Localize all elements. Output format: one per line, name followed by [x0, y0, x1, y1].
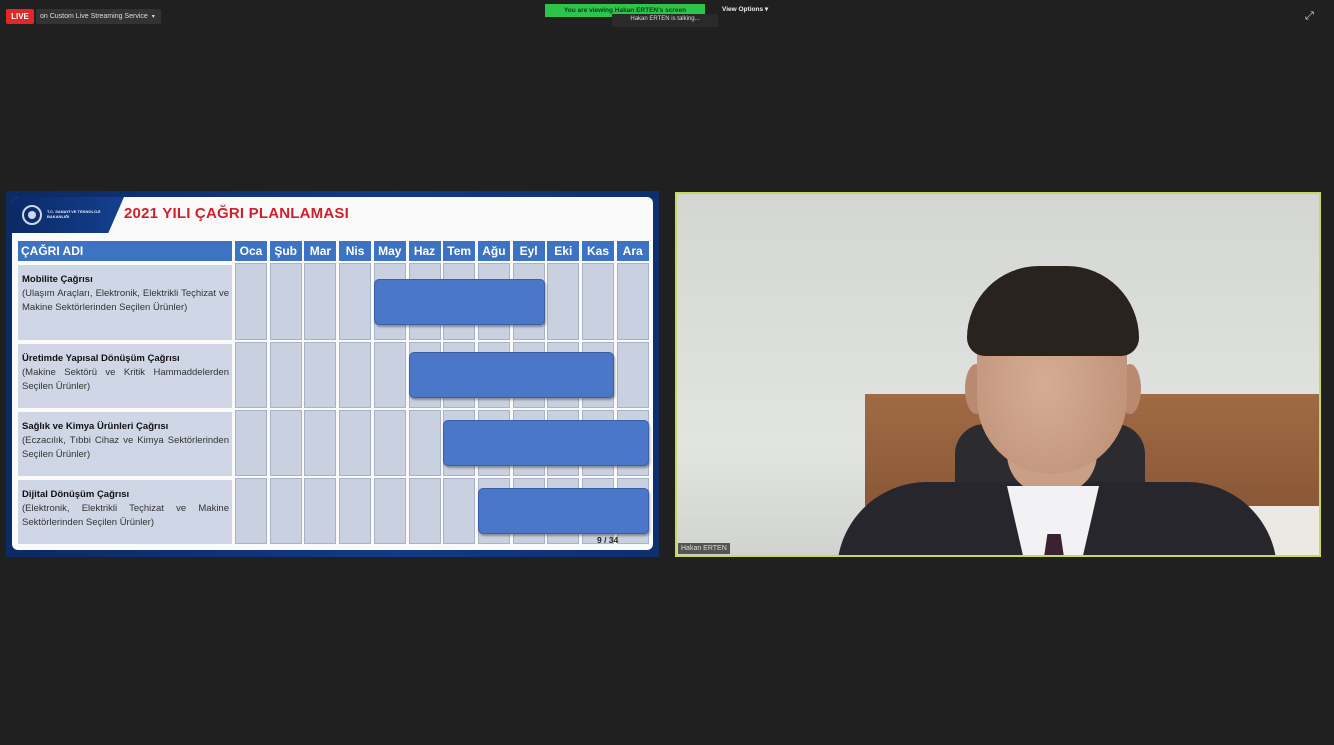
call-description: (Ulaşım Araçları, Elektronik, Elektrikli…: [22, 288, 229, 313]
slide-page-number: 9 / 34: [597, 535, 619, 545]
shared-screen: T.C. SANAYİ VE TEKNOLOJİ BAKANLIĞI 2021 …: [6, 191, 659, 557]
gantt-cell: [339, 342, 372, 408]
live-badge[interactable]: LIVE: [6, 9, 34, 24]
gantt-cell: [304, 263, 337, 340]
meeting-top-bar: LIVE on Custom Live Streaming Service ▾ Y…: [0, 0, 1334, 32]
gantt-cell: [547, 263, 580, 340]
gantt-cell: [269, 478, 302, 544]
month-header-12: Ara: [616, 241, 649, 261]
month-header-10: Eki: [547, 241, 580, 261]
gantt-bar: [408, 352, 614, 398]
month-header-11: Kas: [582, 241, 614, 261]
chevron-down-icon: ▾: [764, 6, 769, 13]
month-header-2: Şub: [269, 241, 302, 261]
call-title: Mobilite Çağrısı: [22, 274, 93, 285]
call-row-label: Üretimde Yapısal Dönüşüm Çağrısı (Makine …: [18, 342, 232, 408]
gantt-cell: [235, 410, 267, 476]
ministry-name: T.C. SANAYİ VE TEKNOLOJİ BAKANLIĞI: [47, 209, 101, 219]
gantt-cell: [373, 478, 406, 544]
month-header-4: Nis: [339, 241, 372, 261]
month-header-8: Ağu: [477, 241, 510, 261]
call-description: (Makine Sektörü ve Kritik Hammaddelerden…: [22, 367, 229, 392]
gantt-cell: [235, 478, 267, 544]
month-header-3: Mar: [304, 241, 337, 261]
call-description: (Elektronik, Elektrikli Teçhizat ve Maki…: [22, 503, 229, 528]
month-header-1: Oca: [235, 241, 267, 261]
view-options-label: View Options: [722, 6, 764, 13]
call-title: Sağlık ve Kimya Ürünleri Çağrısı: [22, 421, 169, 432]
gantt-cell: [304, 342, 337, 408]
gantt-cell: [373, 342, 406, 408]
call-description: (Eczacılık, Tıbbi Cihaz ve Kimya Sektörl…: [22, 435, 229, 460]
slide-content: T.C. SANAYİ VE TEKNOLOJİ BAKANLIĞI 2021 …: [12, 197, 653, 550]
gantt-cell: [304, 410, 337, 476]
gantt-cell: [373, 410, 406, 476]
gantt-cell: [339, 478, 372, 544]
live-stream-dropdown[interactable]: on Custom Live Streaming Service ▾: [36, 9, 161, 24]
gantt-cell: [235, 342, 267, 408]
slide-title: 2021 YILI ÇAĞRI PLANLAMASI: [124, 205, 349, 222]
gantt-bar: [477, 488, 649, 534]
call-row-label: Mobilite Çağrısı (Ulaşım Araçları, Elektr…: [18, 263, 232, 340]
participant-name-label: Hakan ERTEN: [678, 543, 730, 554]
gantt-cell: [339, 410, 372, 476]
gantt-cell: [235, 263, 267, 340]
gantt-cell: [269, 263, 302, 340]
gantt-cell: [408, 478, 441, 544]
gantt-cell: [616, 263, 649, 340]
call-title: Üretimde Yapısal Dönüşüm Çağrısı: [22, 353, 180, 364]
month-header: Oca Şub Mar Nis May Haz Tem Ağu Eyl Eki Kas Ara: [235, 241, 650, 261]
expand-icon[interactable]: ⤢: [1305, 10, 1317, 22]
gantt-bar: [443, 420, 649, 466]
month-header-7: Tem: [443, 241, 476, 261]
month-header-5: May: [373, 241, 406, 261]
ministry-emblem-icon: [22, 205, 42, 225]
call-row-label: Sağlık ve Kimya Ürünleri Çağrısı (Eczacıl…: [18, 410, 232, 476]
view-options-menu[interactable]: View Options ▾: [722, 5, 768, 13]
gantt-cell: [269, 342, 302, 408]
gantt-cell: [582, 263, 614, 340]
gantt-cell: [269, 410, 302, 476]
gantt-cell: [616, 342, 649, 408]
chevron-down-icon: ▾: [151, 14, 155, 20]
gantt-cell: [408, 410, 441, 476]
call-row-label: Dijital Dönüşüm Çağrısı (Elektronik, Elek…: [18, 478, 232, 544]
gantt-cell: [339, 263, 372, 340]
live-source-label: on Custom Live Streaming Service: [40, 13, 148, 20]
participant-video-tile[interactable]: Hakan ERTEN: [675, 192, 1321, 557]
slide-logo-band: T.C. SANAYİ VE TEKNOLOJİ BAKANLIĞI: [12, 197, 124, 233]
month-header-6: Haz: [408, 241, 441, 261]
gantt-bar: [373, 278, 545, 325]
call-name-header: ÇAĞRI ADI: [18, 241, 232, 261]
month-header-9: Eyl: [512, 241, 545, 261]
call-title: Dijital Dönüşüm Çağrısı: [22, 489, 130, 500]
gantt-chart: ÇAĞRI ADI Oca Şub Mar Nis May Haz Tem Ağu Eyl Eki…: [18, 241, 650, 544]
active-speaker-label: Hakan ERTEN is talking...: [612, 14, 718, 27]
gantt-cell: [443, 478, 476, 544]
gantt-cell: [304, 478, 337, 544]
